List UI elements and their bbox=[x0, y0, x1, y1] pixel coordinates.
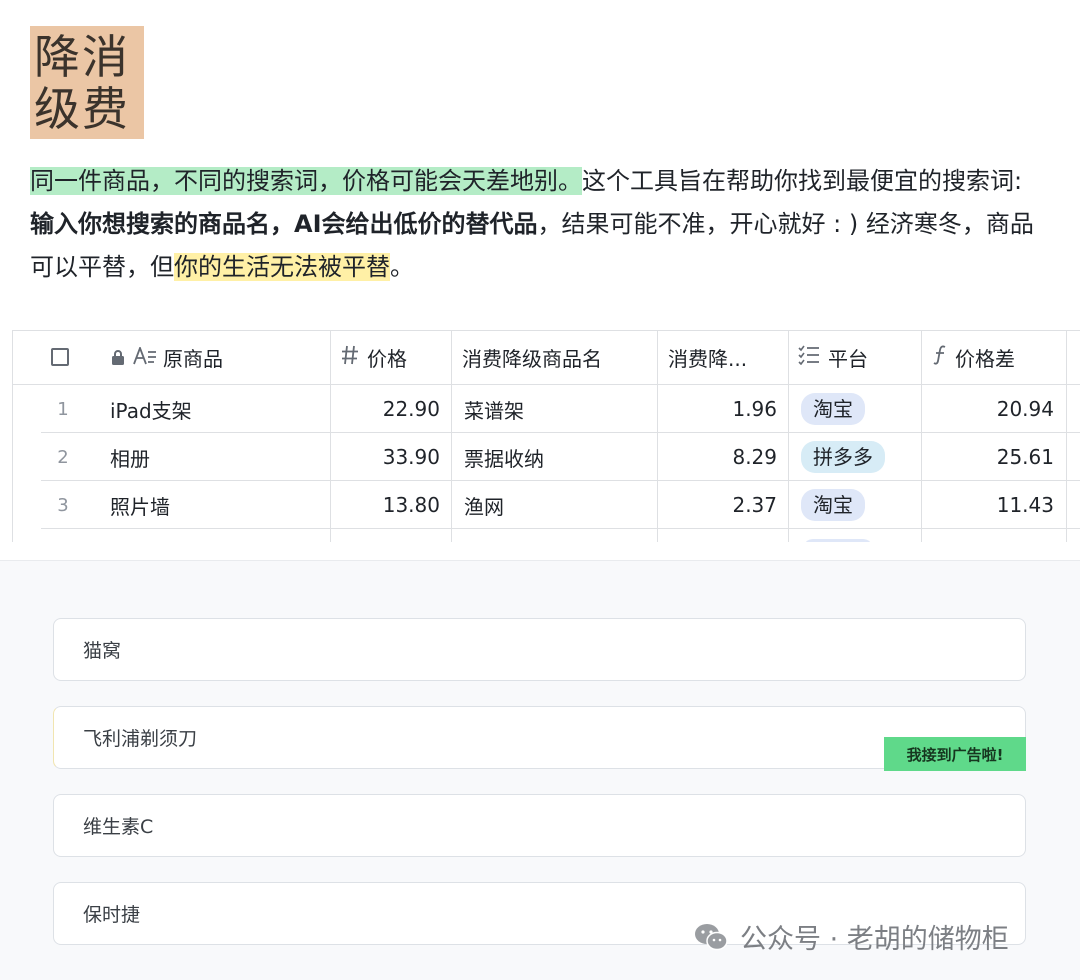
lock-icon bbox=[111, 346, 125, 370]
row-index: 1 bbox=[57, 398, 69, 420]
intro-end: 。 bbox=[390, 253, 414, 281]
column-header-original[interactable]: 原商品 bbox=[111, 331, 223, 384]
column-header-original-label: 原商品 bbox=[163, 347, 223, 371]
platform-tag: 拼多多 bbox=[801, 441, 885, 473]
table-row[interactable]: 2 相册 33.90 票据收纳 8.29 拼多多 25.61 bbox=[13, 433, 1080, 481]
column-header-diff[interactable]: 价格差 bbox=[933, 331, 1015, 384]
search-input-2-value: 飞利浦剃须刀 bbox=[83, 728, 198, 750]
cell-downgrade-name[interactable]: 票据收纳 bbox=[464, 433, 544, 481]
cell-downgrade-price[interactable]: 1.96 bbox=[658, 385, 777, 433]
cell-downgrade-name[interactable]: 渔网 bbox=[464, 481, 504, 529]
intro-paragraph: 同一件商品，不同的搜索词，价格可能会天差地别。这个工具旨在帮助你找到最便宜的搜索… bbox=[30, 160, 1040, 289]
intro-bold: 输入你想搜索的商品名，AI会给出低价的替代品 bbox=[30, 210, 538, 238]
search-input-3[interactable]: 维生素C bbox=[53, 794, 1026, 857]
cell-downgrade-name[interactable]: 菜谱架 bbox=[464, 385, 524, 433]
platform-tag: 淘宝 bbox=[801, 489, 865, 521]
column-header-platform[interactable]: 平台 bbox=[798, 331, 868, 384]
column-header-downgrade-price[interactable]: 消费降... bbox=[668, 331, 747, 384]
wechat-icon bbox=[694, 922, 728, 952]
search-input-2[interactable]: 飞利浦剃须刀 我接到广告啦! bbox=[53, 706, 1026, 771]
table-header: 原商品 价格 消费降级商品名 消费降... 平台 价格差 bbox=[13, 331, 1080, 385]
cell-price[interactable]: 22.90 bbox=[331, 385, 440, 433]
watermark-text: 公众号 · 老胡的储物柜 bbox=[740, 924, 1009, 955]
table-row-partial bbox=[13, 529, 1080, 542]
column-header-diff-label: 价格差 bbox=[955, 347, 1015, 371]
column-header-price-label: 价格 bbox=[367, 347, 407, 371]
table-row[interactable]: 1 iPad支架 22.90 菜谱架 1.96 淘宝 20.94 bbox=[13, 385, 1080, 433]
search-input-1[interactable]: 猫窝 bbox=[53, 618, 1026, 681]
cell-downgrade-price[interactable]: 8.29 bbox=[658, 433, 777, 481]
cell-platform[interactable]: 拼多多 bbox=[801, 433, 885, 481]
column-header-downgrade-name[interactable]: 消费降级商品名 bbox=[462, 331, 602, 384]
column-header-downgrade-name-label: 消费降级商品名 bbox=[462, 347, 602, 371]
watermark: 公众号 · 老胡的储物柜 bbox=[694, 917, 1009, 956]
column-header-platform-label: 平台 bbox=[828, 347, 868, 371]
formula-icon bbox=[933, 345, 947, 370]
ad-badge: 我接到广告啦! bbox=[884, 737, 1026, 771]
cell-original[interactable]: 相册 bbox=[110, 433, 150, 481]
hash-icon bbox=[341, 345, 359, 370]
cell-price[interactable]: 13.80 bbox=[331, 481, 440, 529]
select-all-checkbox[interactable] bbox=[51, 348, 69, 366]
logo-line-1: 降消 bbox=[34, 30, 130, 84]
logo: 降消 级费 bbox=[30, 26, 144, 139]
cell-platform[interactable]: 淘宝 bbox=[801, 481, 865, 529]
logo-line-2: 级费 bbox=[34, 82, 130, 136]
column-header-downgrade-price-label: 消费降... bbox=[668, 347, 748, 371]
data-table: 原商品 价格 消费降级商品名 消费降... 平台 价格差 1 iPad支架 22… bbox=[12, 330, 1080, 542]
intro-text: 这个工具旨在帮助你找到最便宜的搜索词: bbox=[582, 167, 1023, 195]
cell-original[interactable]: iPad支架 bbox=[110, 385, 192, 433]
intro-highlight-yellow: 你的生活无法被平替 bbox=[174, 253, 390, 281]
row-index: 3 bbox=[57, 494, 69, 516]
intro-highlight-green: 同一件商品，不同的搜索词，价格可能会天差地别。 bbox=[30, 167, 582, 195]
cell-diff[interactable]: 11.43 bbox=[922, 481, 1054, 529]
cell-downgrade-price[interactable]: 2.37 bbox=[658, 481, 777, 529]
cell-diff[interactable]: 25.61 bbox=[922, 433, 1054, 481]
table-row[interactable]: 3 照片墙 13.80 渔网 2.37 淘宝 11.43 bbox=[13, 481, 1080, 529]
cell-price[interactable]: 33.90 bbox=[331, 433, 440, 481]
text-field-icon bbox=[133, 344, 157, 370]
column-header-price[interactable]: 价格 bbox=[341, 331, 407, 384]
cell-diff[interactable]: 20.94 bbox=[922, 385, 1054, 433]
cell-original[interactable]: 照片墙 bbox=[110, 481, 170, 529]
row-index: 2 bbox=[57, 446, 69, 468]
list-icon bbox=[798, 345, 820, 370]
cell-platform[interactable]: 淘宝 bbox=[801, 385, 865, 433]
platform-tag: 淘宝 bbox=[801, 393, 865, 425]
